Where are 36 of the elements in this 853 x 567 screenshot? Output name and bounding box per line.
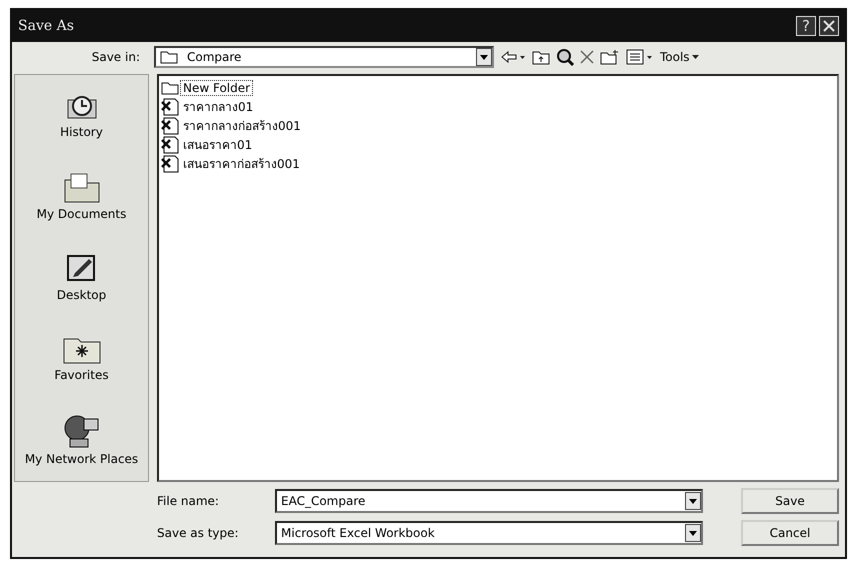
location-dropdown[interactable]: Compare — [154, 46, 494, 68]
folder-icon — [161, 80, 179, 95]
spreadsheet-icon — [161, 136, 179, 154]
back-arrow-icon[interactable] — [500, 50, 526, 64]
file-name[interactable]: ราคากลางก่อสร้าง001 — [180, 115, 304, 136]
views-icon[interactable] — [626, 49, 654, 65]
close-button[interactable] — [819, 16, 839, 36]
file-name-label: File name: — [157, 494, 220, 508]
help-button[interactable]: ? — [796, 16, 816, 36]
save-in-label: Save in: — [90, 50, 141, 64]
place-label[interactable]: Desktop — [56, 288, 106, 302]
file-name[interactable]: เสนอราคา01 — [180, 134, 256, 155]
up-folder-icon[interactable] — [532, 49, 550, 65]
place-label[interactable]: History — [60, 125, 103, 140]
save-button[interactable]: Save — [741, 488, 839, 514]
place-label[interactable]: My Documents — [36, 206, 126, 221]
file-name-field[interactable]: EAC_Compare — [275, 489, 703, 513]
place-label[interactable]: Favorites — [54, 368, 109, 382]
spreadsheet-icon — [161, 98, 179, 116]
tools-menu[interactable]: Tools — [660, 50, 690, 64]
spreadsheet-icon — [161, 154, 179, 172]
save-type-label: Save as type: — [157, 526, 240, 540]
search-icon[interactable] — [556, 48, 574, 66]
cancel-button[interactable]: Cancel — [741, 520, 839, 546]
network-icon — [62, 412, 102, 449]
folder-icon — [160, 50, 178, 64]
place-label[interactable]: My Network Places — [24, 452, 138, 466]
window-title: Save As — [18, 18, 75, 34]
caret-icon[interactable] — [692, 54, 699, 60]
save-type-dropdown[interactable]: Microsoft Excel Workbook — [275, 521, 703, 545]
new-folder-icon[interactable] — [600, 49, 620, 65]
spreadsheet-icon — [161, 116, 179, 134]
file-name[interactable]: New Folder — [180, 80, 254, 96]
delete-icon[interactable] — [580, 50, 594, 64]
file-name[interactable]: ราคากลาง01 — [180, 96, 256, 117]
file-name[interactable]: เสนอราคาก่อสร้าง001 — [180, 153, 303, 174]
